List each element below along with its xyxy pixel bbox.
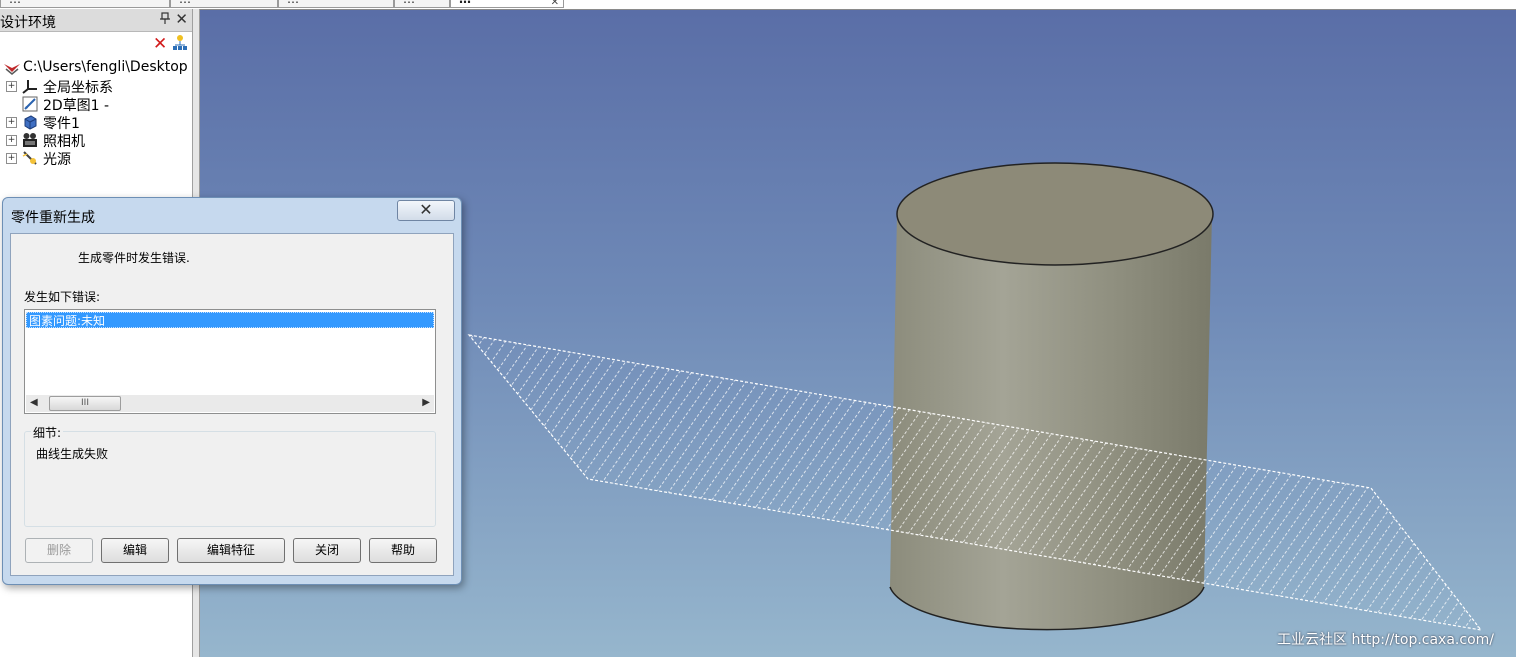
- document-tab[interactable]: …: [0, 0, 170, 8]
- horizontal-scrollbar[interactable]: ◀ III ▶: [26, 395, 434, 412]
- expand-icon[interactable]: +: [6, 153, 17, 164]
- close-button[interactable]: 关闭: [293, 538, 361, 563]
- tree-item-label: C:\Users\fengli\Desktop: [23, 59, 188, 75]
- errors-label: 发生如下错误:: [24, 290, 101, 304]
- dialog-title: 零件重新生成: [11, 210, 95, 226]
- sketch-icon: [22, 96, 38, 112]
- tree-item-label: 2D草图1 -: [43, 98, 110, 114]
- light-icon: [22, 150, 38, 166]
- tab-label: …: [403, 0, 415, 6]
- help-button[interactable]: 帮助: [369, 538, 437, 563]
- delete-button[interactable]: 删除: [25, 538, 93, 563]
- design-root-icon: [3, 60, 20, 76]
- part-icon: [22, 114, 38, 130]
- scroll-left-icon[interactable]: ◀: [30, 397, 38, 408]
- expand-icon[interactable]: +: [6, 81, 17, 92]
- watermark: 工业云社区 http://top.caxa.com/: [1277, 632, 1494, 648]
- tree-tool-icon[interactable]: [172, 34, 188, 52]
- part-regeneration-dialog: 零件重新生成 ✕ 生成零件时发生错误. 发生如下错误: 图素问题:未知 ◀ II…: [2, 197, 462, 585]
- document-tab[interactable]: …: [394, 0, 450, 8]
- document-tab-strip: … … … … … ✕: [0, 0, 1516, 10]
- tab-label: …: [287, 0, 299, 6]
- details-text: 曲线生成失败: [36, 447, 109, 461]
- coordinate-system-icon: [22, 78, 38, 94]
- document-tab-active[interactable]: … ✕: [450, 0, 564, 8]
- tree-item-label: 光源: [43, 152, 71, 168]
- expand-icon[interactable]: +: [6, 117, 17, 128]
- camera-icon: [22, 132, 38, 148]
- panel-title-bar: 设计环境 ✕: [0, 9, 192, 32]
- tab-label: …: [9, 0, 21, 6]
- list-item[interactable]: 图素问题:未知: [26, 312, 434, 328]
- errors-listbox[interactable]: 图素问题:未知 ◀ III ▶: [24, 309, 436, 414]
- tab-close-icon[interactable]: ✕: [551, 0, 559, 7]
- expand-icon[interactable]: +: [6, 135, 17, 146]
- tab-label: …: [179, 0, 191, 6]
- delete-icon[interactable]: ✕: [153, 34, 167, 54]
- tree-item-label: 全局坐标系: [43, 80, 113, 96]
- edit-button[interactable]: 编辑: [101, 538, 169, 563]
- error-message: 生成零件时发生错误.: [78, 251, 190, 265]
- dialog-close-button[interactable]: ✕: [397, 200, 455, 221]
- tab-label: …: [459, 0, 471, 6]
- document-tab[interactable]: …: [278, 0, 394, 8]
- panel-close-icon[interactable]: ✕: [175, 10, 188, 28]
- scroll-thumb[interactable]: III: [49, 396, 121, 411]
- tree-item-label: 照相机: [43, 134, 85, 150]
- panel-toolbar: ✕: [0, 32, 192, 56]
- details-label: 细节:: [31, 424, 64, 441]
- panel-title: 设计环境: [0, 15, 56, 31]
- document-tab[interactable]: …: [170, 0, 278, 8]
- scroll-right-icon[interactable]: ▶: [422, 397, 430, 408]
- pin-icon[interactable]: [160, 12, 170, 29]
- dialog-body: 生成零件时发生错误. 发生如下错误: 图素问题:未知 ◀ III ▶ 细节: 曲…: [10, 233, 454, 576]
- edit-feature-button[interactable]: 编辑特征: [177, 538, 285, 563]
- tree-item-label: 零件1: [43, 116, 80, 132]
